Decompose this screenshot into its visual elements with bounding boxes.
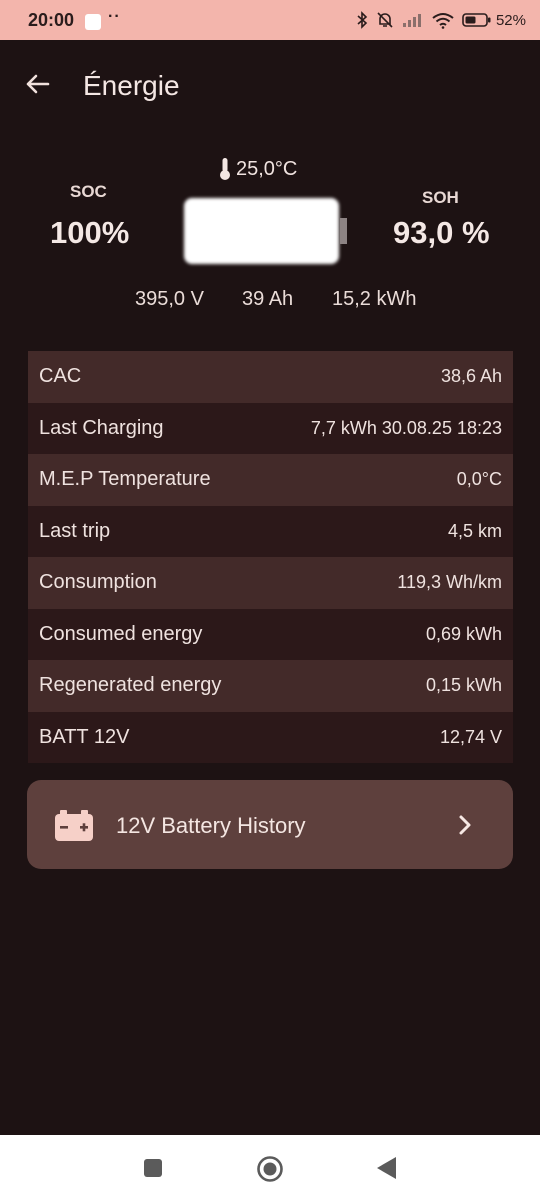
row-value: 0,15 kWh	[425, 675, 502, 696]
notification-icon	[85, 14, 101, 30]
energy-info-table: CAC 38,6 Ah Last Charging 7,7 kWh 30.08.…	[28, 351, 513, 763]
soh-label: SOH	[422, 188, 459, 207]
row-value: 0,0°C	[456, 469, 502, 490]
chevron-right-icon	[459, 815, 471, 835]
table-row: Regenerated energy 0,15 kWh	[28, 660, 513, 712]
row-label: M.E.P Temperature	[39, 468, 211, 491]
soh-value: 93,0 %	[393, 215, 490, 250]
battery-temperature: 25,0°C	[218, 157, 297, 181]
row-value: 4,5 km	[447, 520, 502, 541]
bluetooth-icon	[356, 11, 368, 29]
table-row: Consumption 119,3 Wh/km	[28, 557, 513, 609]
row-label: Last Charging	[39, 416, 164, 439]
soc-value: 100%	[50, 215, 130, 250]
thermometer-icon	[220, 158, 230, 180]
table-row: Last trip 4,5 km	[28, 505, 513, 557]
status-bar: 20:00 ·· 52%	[0, 0, 540, 40]
home-icon[interactable]	[256, 1155, 284, 1183]
battery-history-label: 12V Battery History	[116, 813, 306, 838]
battery-voltage: 395,0 V	[135, 288, 204, 310]
battery-percent: 52%	[495, 11, 526, 29]
system-nav-bar	[0, 1135, 540, 1200]
nav-back-icon[interactable]	[374, 1155, 398, 1181]
bell-muted-icon	[376, 11, 394, 29]
soc-label: SOC	[70, 182, 107, 201]
status-time: 20:00	[28, 10, 75, 30]
recent-apps-icon[interactable]	[143, 1158, 163, 1178]
back-button[interactable]	[22, 68, 54, 100]
row-value: 38,6 Ah	[440, 366, 502, 387]
battery-status: 52%	[462, 12, 526, 29]
table-row: CAC 38,6 Ah	[28, 351, 513, 403]
battery-energy: 15,2 kWh	[332, 288, 417, 310]
table-row: Last Charging 7,7 kWh 30.08.25 18:23	[28, 402, 513, 454]
signal-icon	[402, 12, 424, 28]
row-label: CAC	[39, 365, 82, 388]
table-row: BATT 12V 12,74 V	[28, 711, 513, 763]
battery-gauge	[184, 198, 339, 264]
battery-gauge-tip	[340, 218, 347, 244]
table-row: M.E.P Temperature 0,0°C	[28, 454, 513, 506]
row-value: 0,69 kWh	[425, 623, 502, 644]
phone-battery-icon	[462, 13, 491, 27]
wifi-icon	[432, 12, 454, 29]
battery-history-button[interactable]: 12V Battery History	[27, 780, 513, 869]
car-battery-icon	[55, 810, 93, 841]
row-label: Last trip	[39, 519, 111, 542]
battery-capacity: 39 Ah	[242, 288, 294, 310]
row-value: 12,74 V	[439, 726, 502, 747]
status-icons: 52%	[356, 9, 526, 31]
row-value: 7,7 kWh 30.08.25 18:23	[310, 417, 502, 438]
row-label: BATT 12V	[39, 725, 130, 748]
temperature-value: 25,0°C	[236, 157, 298, 180]
row-label: Regenerated energy	[39, 674, 222, 697]
arrow-left-icon	[26, 74, 50, 94]
table-row: Consumed energy 0,69 kWh	[28, 608, 513, 660]
row-value: 119,3 Wh/km	[397, 572, 502, 593]
page-title: Énergie	[83, 70, 180, 101]
row-label: Consumption	[39, 571, 157, 594]
row-label: Consumed energy	[39, 622, 203, 645]
app-bar: Énergie	[0, 40, 540, 130]
more-notifications-icon: ··	[108, 8, 121, 25]
